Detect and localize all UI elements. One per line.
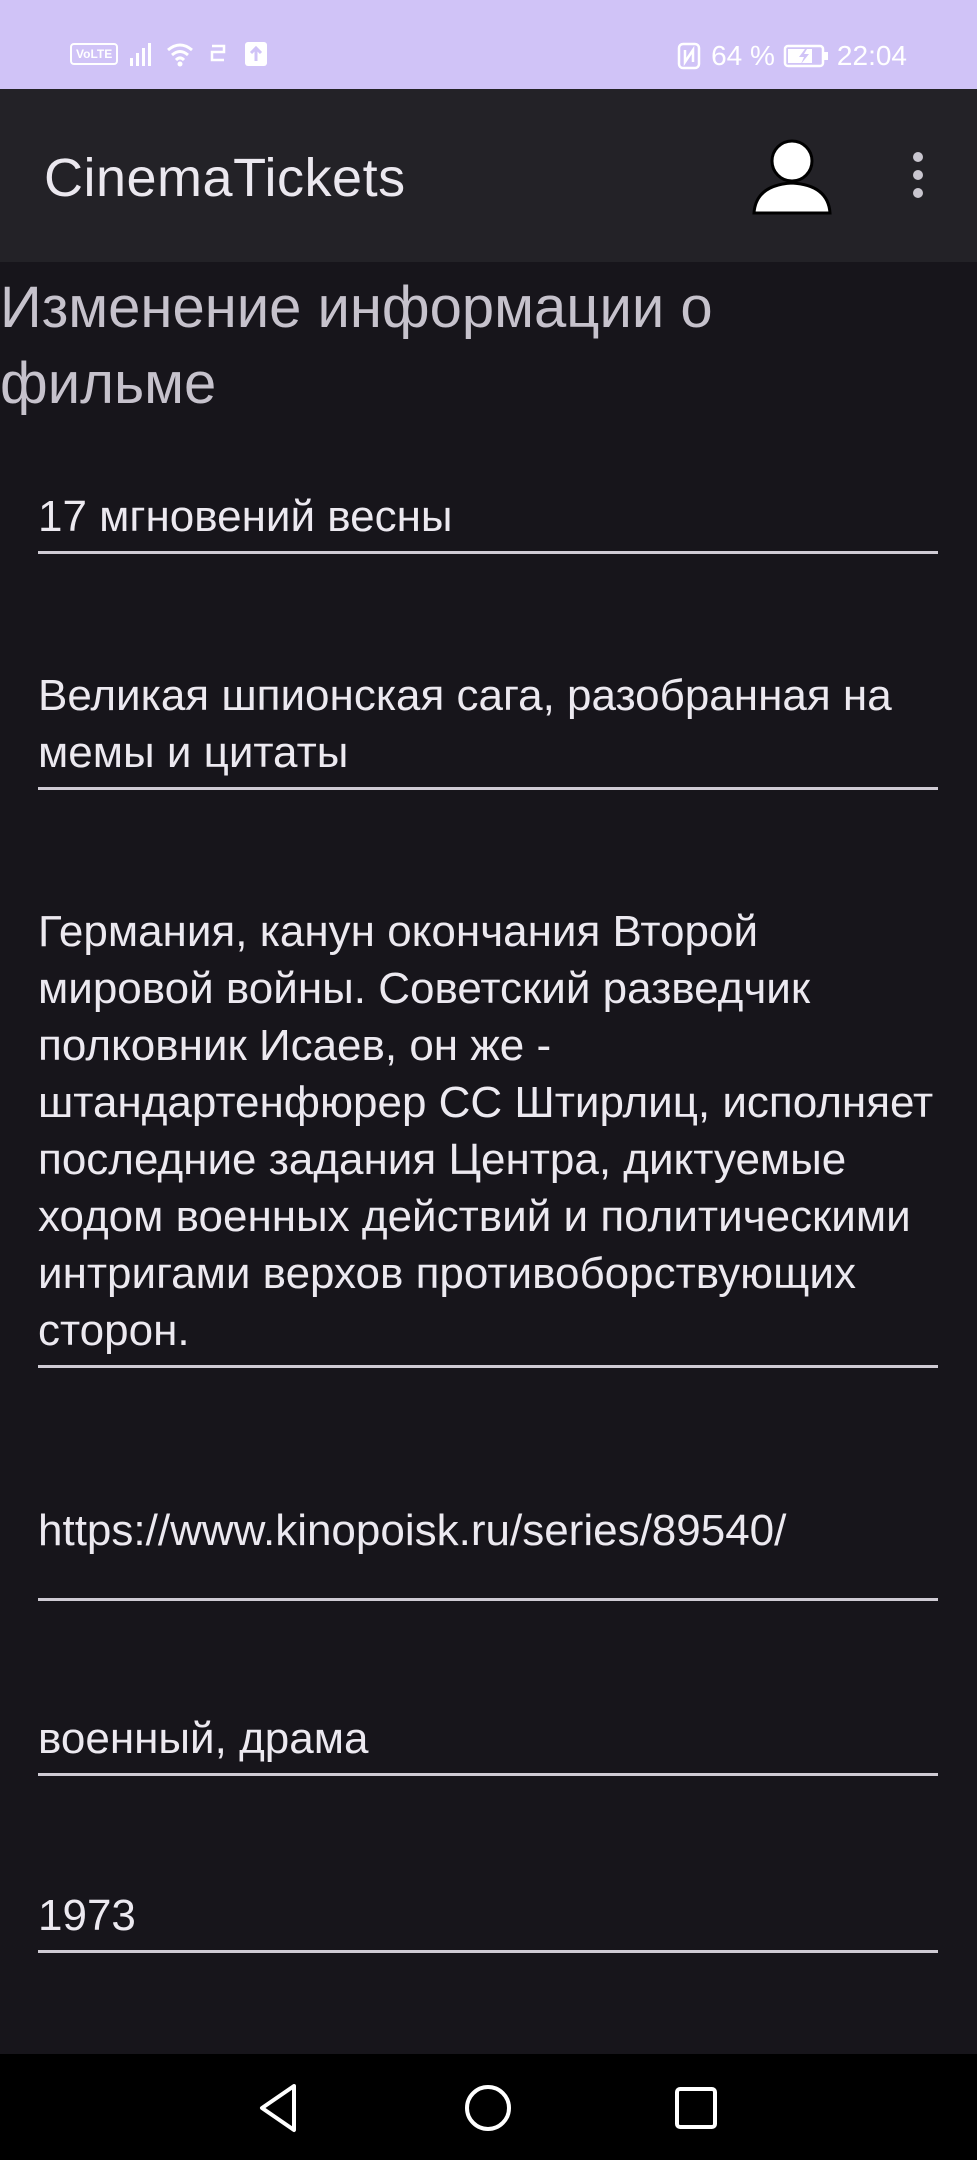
- system-nav-bar: [0, 2054, 977, 2160]
- movie-title-field[interactable]: 17 мгновений весны: [38, 488, 938, 554]
- status-left-icons: VoLTE: [70, 40, 270, 68]
- nav-back-button[interactable]: [250, 2080, 310, 2136]
- movie-url-field[interactable]: https://www.kinopoisk.ru/series/89540/: [38, 1502, 938, 1601]
- more-options-button[interactable]: [896, 147, 940, 207]
- movie-genres-value: военный, драма: [38, 1714, 369, 1763]
- wifi-icon: [167, 43, 194, 67]
- person-icon: [752, 139, 832, 215]
- back-triangle-icon: [260, 2084, 296, 2132]
- movie-url-value: https://www.kinopoisk.ru/series/89540/: [38, 1506, 787, 1555]
- app-title: CinemaTickets: [44, 148, 406, 208]
- profile-button[interactable]: [748, 133, 836, 221]
- movie-description-value: Германия, канун окончания Второй мировой…: [38, 907, 934, 1355]
- movie-description-field[interactable]: Германия, канун окончания Второй мировой…: [38, 903, 938, 1368]
- clock: 22:04: [836, 40, 907, 71]
- movie-title-value: 17 мгновений весны: [38, 492, 453, 541]
- movie-tagline-field[interactable]: Великая шпионская сага, разобранная на м…: [38, 667, 938, 790]
- more-vert-icon: [913, 152, 923, 198]
- home-circle-icon: [465, 2085, 511, 2131]
- movie-year-value: 1973: [38, 1891, 136, 1940]
- nfc-icon: [677, 42, 701, 70]
- battery-percent: 64 %: [711, 40, 775, 71]
- nav-home-button[interactable]: [458, 2080, 518, 2136]
- upload-icon: [245, 42, 268, 66]
- app-bar: CinemaTickets: [0, 89, 977, 262]
- page-title: Изменение информации о фильме: [0, 275, 713, 416]
- movie-tagline-value: Великая шпионская сага, разобранная на м…: [38, 671, 892, 777]
- status-bar: VoLTE 64 % 22:04: [0, 0, 977, 89]
- battery-charging-icon: [783, 44, 828, 68]
- nav-recents-button[interactable]: [666, 2080, 726, 2136]
- movie-year-field[interactable]: 1973: [38, 1887, 938, 1953]
- volte-icon: VoLTE: [70, 43, 119, 65]
- recents-square-icon: [675, 2087, 717, 2129]
- movie-genres-field[interactable]: военный, драма: [38, 1710, 938, 1776]
- data-saver-icon: [210, 44, 226, 62]
- status-right-icons: 64 % 22:04: [675, 40, 907, 72]
- signal-icon: [130, 43, 152, 66]
